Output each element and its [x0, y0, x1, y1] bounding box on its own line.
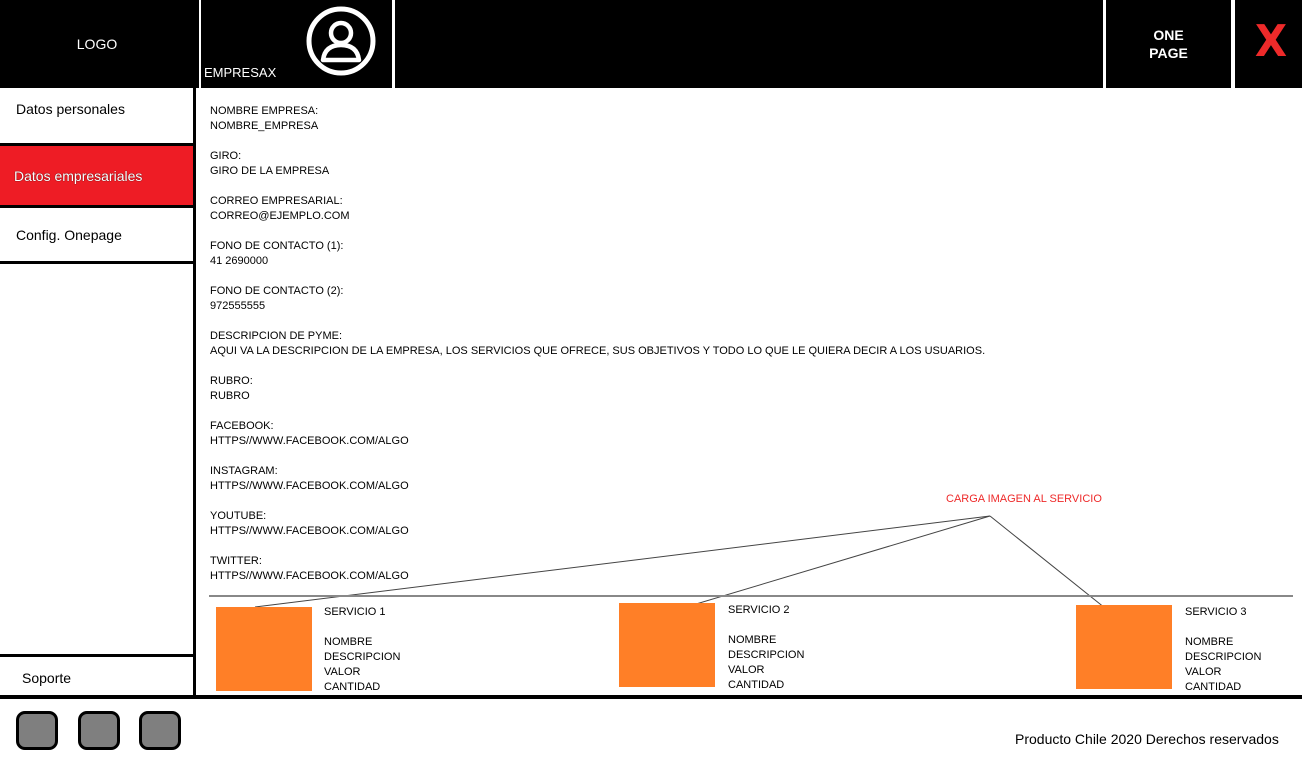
field-value[interactable]: GIRO DE LA EMPRESA: [210, 164, 1290, 179]
sidebar-item-config-onepage[interactable]: Config. Onepage: [0, 211, 193, 264]
company-data-form: NOMBRE EMPRESA: NOMBRE_EMPRESA GIRO: GIRO …: [210, 104, 1290, 599]
footer-button-icon[interactable]: [78, 711, 120, 750]
service-title: SERVICIO 2: [728, 604, 790, 616]
user-circle-icon[interactable]: [305, 5, 377, 77]
sidebar-item-datos-empresariales[interactable]: Datos empresariales: [0, 146, 193, 208]
field-label: CORREO EMPRESARIAL:: [210, 195, 343, 207]
field-value[interactable]: 41 2690000: [210, 254, 1290, 269]
service-3-card: SERVICIO 3 NOMBRE DESCRIPCION VALOR CANT…: [1185, 605, 1261, 695]
field-value[interactable]: AQUI VA LA DESCRIPCION DE LA EMPRESA, LO…: [210, 344, 1290, 359]
field-twitter: TWITTER: HTTPS//WWW.FACEBOOK.COM/ALGO: [210, 554, 1290, 584]
service-title: SERVICIO 3: [1185, 606, 1247, 618]
field-value[interactable]: HTTPS//WWW.FACEBOOK.COM/ALGO: [210, 569, 1290, 584]
field-value[interactable]: HTTPS//WWW.FACEBOOK.COM/ALGO: [210, 434, 1290, 449]
sidebar-item-datos-personales[interactable]: Datos personales: [0, 88, 193, 146]
sidebar-item-label: Datos personales: [16, 101, 125, 117]
sidebar-divider: [0, 654, 193, 657]
field-correo: CORREO EMPRESARIAL: CORREO@EJEMPLO.COM: [210, 194, 1290, 224]
field-label: RUBRO:: [210, 375, 253, 387]
field-fono-2: FONO DE CONTACTO (2): 972555555: [210, 284, 1290, 314]
service-nombre[interactable]: NOMBRE: [324, 635, 400, 650]
field-nombre-empresa: NOMBRE EMPRESA: NOMBRE_EMPRESA: [210, 104, 1290, 134]
service-3-image-upload[interactable]: [1076, 605, 1172, 689]
footer-button-icon[interactable]: [16, 711, 58, 750]
onepage-button[interactable]: ONE PAGE: [1103, 0, 1231, 88]
close-icon: X: [1254, 15, 1287, 67]
service-2-card: SERVICIO 2 NOMBRE DESCRIPCION VALOR CANT…: [728, 603, 804, 693]
field-label: FONO DE CONTACTO (1):: [210, 240, 344, 252]
service-cantidad[interactable]: CANTIDAD: [728, 678, 804, 693]
service-descripcion[interactable]: DESCRIPCION: [728, 648, 804, 663]
field-label: NOMBRE EMPRESA:: [210, 105, 319, 117]
service-cantidad[interactable]: CANTIDAD: [324, 680, 400, 695]
field-rubro: RUBRO: RUBRO: [210, 374, 1290, 404]
field-label: FONO DE CONTACTO (2):: [210, 285, 344, 297]
field-value[interactable]: HTTPS//WWW.FACEBOOK.COM/ALGO: [210, 524, 1290, 539]
sidebar-item-label: Config. Onepage: [16, 227, 122, 243]
company-name: EMPRESAX: [204, 65, 277, 80]
service-valor[interactable]: VALOR: [728, 663, 804, 678]
service-descripcion[interactable]: DESCRIPCION: [1185, 650, 1261, 665]
field-label: FACEBOOK:: [210, 420, 274, 432]
field-facebook: FACEBOOK: HTTPS//WWW.FACEBOOK.COM/ALGO: [210, 419, 1290, 449]
service-2-image-upload[interactable]: [619, 603, 715, 687]
logo[interactable]: LOGO: [0, 0, 194, 88]
field-label: DESCRIPCION DE PYME:: [210, 330, 343, 342]
field-giro: GIRO: GIRO DE LA EMPRESA: [210, 149, 1290, 179]
support-link[interactable]: Soporte: [22, 670, 71, 686]
footer-button-icon[interactable]: [139, 711, 181, 750]
service-nombre[interactable]: NOMBRE: [1185, 635, 1261, 650]
field-value[interactable]: NOMBRE_EMPRESA: [210, 119, 1290, 134]
service-1-card: SERVICIO 1 NOMBRE DESCRIPCION VALOR CANT…: [324, 605, 400, 695]
field-youtube: YOUTUBE: HTTPS//WWW.FACEBOOK.COM/ALGO: [210, 509, 1290, 539]
field-fono-1: FONO DE CONTACTO (1): 41 2690000: [210, 239, 1290, 269]
logo-text: LOGO: [76, 36, 118, 52]
field-value[interactable]: RUBRO: [210, 389, 1290, 404]
field-label: YOUTUBE:: [210, 510, 267, 522]
field-value[interactable]: 972555555: [210, 299, 1290, 314]
field-value[interactable]: HTTPS//WWW.FACEBOOK.COM/ALGO: [210, 479, 1290, 494]
service-valor[interactable]: VALOR: [1185, 665, 1261, 680]
onepage-label-line2: PAGE: [1149, 45, 1188, 61]
copyright-text: Producto Chile 2020 Derechos reservados: [1015, 731, 1279, 747]
footer-divider-left: [0, 695, 196, 699]
field-value[interactable]: CORREO@EJEMPLO.COM: [210, 209, 1290, 224]
field-label: TWITTER:: [210, 555, 262, 567]
field-label: GIRO:: [210, 150, 242, 162]
sidebar-border: [193, 88, 196, 698]
sidebar-item-label: Datos empresariales: [14, 167, 143, 184]
close-button[interactable]: X: [1231, 0, 1302, 88]
service-1-image-upload[interactable]: [216, 607, 312, 691]
field-descripcion: DESCRIPCION DE PYME: AQUI VA LA DESCRIPCI…: [210, 329, 1290, 359]
top-bar-spacer: [392, 0, 1103, 88]
service-cantidad[interactable]: CANTIDAD: [1185, 680, 1261, 695]
service-title: SERVICIO 1: [324, 606, 386, 618]
footer-divider: [196, 695, 1302, 699]
service-valor[interactable]: VALOR: [324, 665, 400, 680]
service-descripcion[interactable]: DESCRIPCION: [324, 650, 400, 665]
service-nombre[interactable]: NOMBRE: [728, 633, 804, 648]
field-label: INSTAGRAM:: [210, 465, 278, 477]
field-instagram: INSTAGRAM: HTTPS//WWW.FACEBOOK.COM/ALGO: [210, 464, 1290, 494]
onepage-label-line1: ONE: [1153, 27, 1184, 43]
services-divider: [209, 595, 1293, 597]
upload-image-annotation: CARGA IMAGEN AL SERVICIO: [946, 493, 1102, 505]
